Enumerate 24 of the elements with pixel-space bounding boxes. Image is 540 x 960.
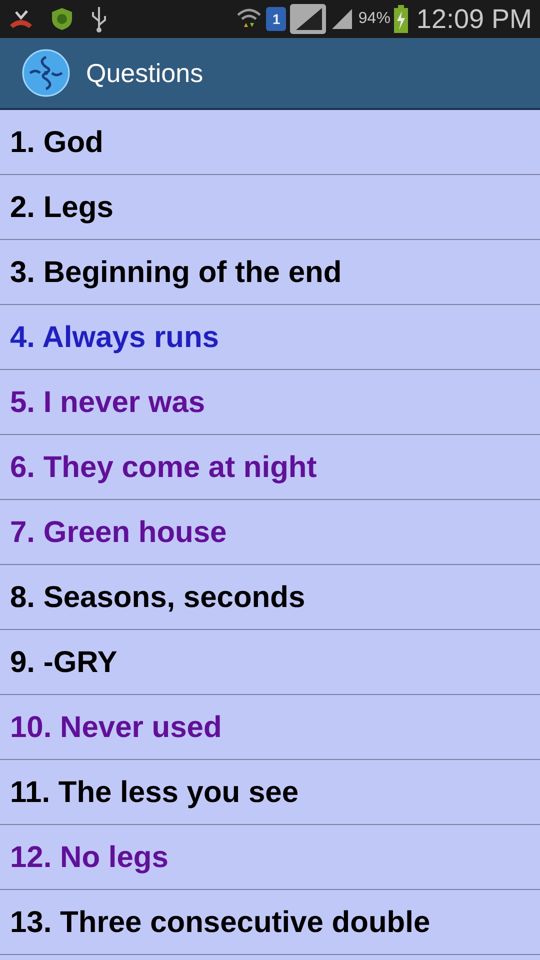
question-item[interactable]: 4. Always runs xyxy=(10,314,219,360)
question-item[interactable]: 5. I never was xyxy=(10,380,206,424)
clock-time: 12:09 PM xyxy=(416,6,532,32)
battery-charging-icon xyxy=(394,5,408,33)
usb-icon xyxy=(90,5,108,33)
question-item[interactable]: 9. -GRY xyxy=(10,640,118,684)
shield-icon xyxy=(50,7,74,31)
signal-icon xyxy=(290,4,326,34)
question-item[interactable]: 2. Legs xyxy=(10,184,114,230)
question-item[interactable]: 6. They come at night xyxy=(10,444,317,490)
battery-percentage: 94% xyxy=(358,9,390,29)
missed-call-icon xyxy=(8,9,34,29)
question-item[interactable]: 11. The less you see xyxy=(10,770,299,814)
question-item[interactable]: 1. God xyxy=(10,120,104,164)
app-logo-icon[interactable] xyxy=(22,49,70,97)
question-item[interactable]: 3. Beginning of the end xyxy=(10,250,342,294)
question-item[interactable]: 7. Green house xyxy=(10,510,227,554)
question-item[interactable]: 10. Never used xyxy=(10,704,222,750)
screen-title: Questions xyxy=(86,56,204,90)
question-item[interactable]: 12. No legs xyxy=(10,834,168,880)
signal-icon xyxy=(330,7,354,31)
question-item[interactable]: 8. Seasons, seconds xyxy=(10,574,306,620)
sim-icon: 1 xyxy=(266,7,286,31)
question-item[interactable]: 13. Three consecutive double xyxy=(10,900,430,944)
